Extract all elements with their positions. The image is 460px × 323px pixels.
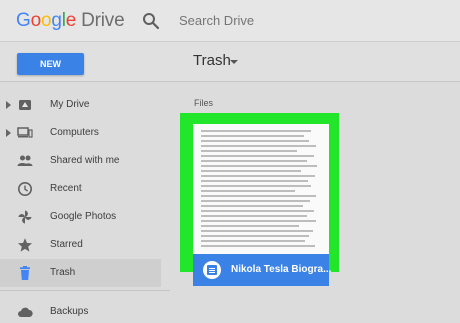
- file-name[interactable]: Nikola Tesla Biogra...: [231, 264, 331, 275]
- sidebar-item-label: Computers: [50, 127, 99, 138]
- document-preview-lines: [201, 130, 321, 250]
- computers-icon: [17, 127, 33, 138]
- sidebar-item-label: Backups: [50, 306, 89, 317]
- breadcrumb-trash[interactable]: Trash: [193, 52, 231, 69]
- sidebar-item-google-photos[interactable]: Google Photos: [0, 203, 161, 231]
- chevron-down-icon[interactable]: [230, 60, 238, 64]
- sidebar-item-label: Trash: [50, 267, 76, 278]
- people-icon: [17, 155, 33, 166]
- logo-letter: G: [16, 10, 31, 31]
- sidebar-item-shared-with-me[interactable]: Shared with me: [0, 147, 161, 175]
- star-icon: [18, 238, 32, 252]
- search-input[interactable]: Search Drive: [179, 13, 254, 28]
- file-thumbnail[interactable]: [193, 124, 329, 262]
- logo-letter: e: [65, 10, 77, 31]
- logo-letter: o: [30, 10, 42, 31]
- logo-product-name: Drive: [81, 10, 125, 31]
- sidebar-item-label: Google Photos: [50, 211, 117, 222]
- sidebar-item-starred[interactable]: Starred: [0, 231, 161, 259]
- expand-arrow-icon[interactable]: [6, 129, 11, 137]
- sidebar-item-recent[interactable]: Recent: [0, 175, 161, 203]
- google-drive-logo[interactable]: Google Drive: [16, 10, 125, 32]
- sidebar-item-backups[interactable]: Backups: [0, 298, 161, 323]
- expand-arrow-icon[interactable]: [6, 101, 11, 109]
- cloud-icon: [18, 307, 33, 317]
- search-icon[interactable]: [141, 11, 161, 31]
- sidebar-item-computers[interactable]: Computers: [0, 119, 161, 147]
- sidebar-item-trash[interactable]: Trash: [0, 259, 161, 287]
- drive-icon: [19, 100, 31, 110]
- sidebar-item-label: Recent: [50, 183, 82, 194]
- sidebar-item-label: Shared with me: [50, 155, 120, 166]
- clock-icon: [18, 182, 32, 196]
- app-header: Google Drive Search Drive: [0, 0, 460, 42]
- sidebar-item-label: Starred: [50, 239, 83, 250]
- sidebar-nav: My Drive Computers Shared with me Recent: [0, 83, 170, 323]
- trash-icon: [20, 266, 30, 280]
- logo-letter: o: [40, 10, 52, 31]
- sidebar-divider: [0, 290, 170, 291]
- logo-letter: g: [51, 10, 62, 31]
- sidebar-item-label: My Drive: [50, 99, 90, 110]
- section-heading-files: Files: [194, 98, 214, 108]
- new-button[interactable]: NEW: [17, 53, 84, 75]
- photos-pinwheel-icon: [18, 210, 32, 224]
- sidebar-item-my-drive[interactable]: My Drive: [0, 91, 161, 119]
- google-docs-icon: [203, 261, 221, 279]
